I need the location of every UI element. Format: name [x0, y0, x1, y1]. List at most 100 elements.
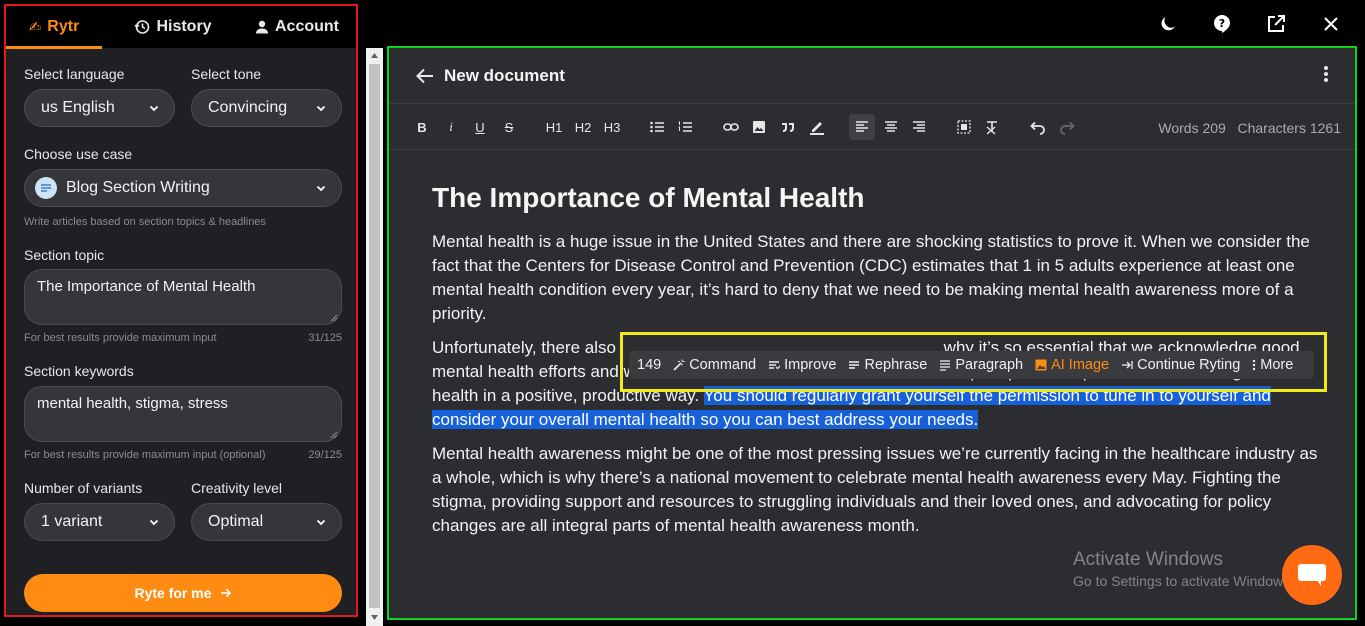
creativity-label: Creativity level: [191, 480, 283, 496]
svg-text:?: ?: [1219, 17, 1225, 30]
rephrase-button[interactable]: Rephrase: [848, 357, 927, 373]
scroll-thumb[interactable]: [369, 64, 380, 608]
help-icon[interactable]: ?: [1210, 12, 1234, 36]
tab-rytr[interactable]: ✍ Rytr: [6, 6, 102, 48]
language-label: Select language: [24, 66, 125, 82]
heading2-button[interactable]: H2: [572, 117, 594, 137]
scroll-up-icon[interactable]: [366, 48, 383, 62]
improve-icon: [769, 361, 781, 370]
keywords-textarea[interactable]: mental health, stigma, stress: [24, 386, 342, 442]
keywords-counter: 29/125: [308, 449, 342, 461]
topic-label: Section topic: [24, 247, 105, 263]
ai-image-button[interactable]: AI Image: [1035, 357, 1109, 373]
dark-mode-icon[interactable]: [1156, 12, 1180, 36]
quote-icon[interactable]: [780, 117, 796, 137]
italic-button[interactable]: i: [444, 117, 458, 137]
underline-button[interactable]: U: [473, 117, 487, 137]
variants-select[interactable]: 1 variant: [24, 503, 175, 541]
usecase-hint: Write articles based on section topics &…: [24, 216, 266, 228]
heading1-button[interactable]: H1: [543, 117, 565, 137]
selection-char-count: 149: [637, 357, 662, 373]
arrow-right-icon: [220, 588, 231, 598]
tone-select[interactable]: Convincing: [191, 89, 342, 127]
bold-button[interactable]: B: [415, 117, 429, 137]
bullet-list-icon[interactable]: [649, 117, 665, 137]
variants-label: Number of variants: [24, 480, 143, 496]
select-all-icon[interactable]: [956, 117, 972, 137]
ryte-for-me-button[interactable]: Ryte for me: [24, 574, 342, 612]
paragraph[interactable]: Mental health awareness might be one of …: [432, 442, 1322, 538]
usecase-label: Choose use case: [24, 146, 133, 162]
continue-arrow-icon: [1122, 361, 1133, 369]
paragraph[interactable]: Mental health is a huge issue in the Uni…: [432, 230, 1322, 326]
heading3-button[interactable]: H3: [601, 117, 623, 137]
paragraph-icon: [940, 360, 951, 371]
image-icon: [1035, 359, 1047, 371]
more-vertical-icon: [1253, 359, 1256, 371]
activate-windows-title: Activate Windows: [1073, 549, 1223, 570]
continue-ryting-button[interactable]: Continue Ryting: [1121, 357, 1240, 373]
tone-value: Convincing: [208, 99, 288, 116]
settings-panel: ✍ Rytr History Account Select language S…: [4, 4, 358, 617]
open-external-icon[interactable]: [1264, 12, 1288, 36]
numbered-list-icon[interactable]: [677, 117, 693, 137]
strikethrough-button[interactable]: S: [502, 117, 516, 137]
document-icon: [35, 177, 57, 199]
close-icon[interactable]: [1319, 12, 1343, 36]
scroll-down-icon[interactable]: [366, 610, 383, 624]
user-icon: [256, 20, 268, 34]
command-button[interactable]: Command: [673, 357, 756, 373]
paragraph-button[interactable]: Paragraph: [939, 357, 1023, 373]
chevron-down-icon: [149, 519, 159, 526]
more-button[interactable]: More: [1252, 357, 1293, 373]
variants-value: 1 variant: [41, 513, 103, 530]
resize-grip-icon[interactable]: [330, 431, 338, 439]
language-value: us English: [41, 99, 115, 116]
rephrase-icon: [849, 361, 860, 369]
link-icon[interactable]: [723, 117, 739, 137]
image-icon[interactable]: [751, 117, 767, 137]
paragraph-text: Unfortunately, there also: [432, 338, 616, 357]
tab-account[interactable]: Account: [242, 6, 352, 48]
magic-wand-icon: [673, 359, 685, 371]
ai-action-toolbar: 149 Command Improve Rephrase Paragraph A…: [620, 332, 1327, 392]
align-center-icon[interactable]: [883, 117, 899, 137]
highlight-pen-icon[interactable]: [809, 117, 825, 137]
tone-label: Select tone: [191, 66, 262, 82]
document-title[interactable]: New document: [444, 66, 565, 86]
improve-button[interactable]: Improve: [768, 357, 836, 373]
chevron-down-icon: [316, 519, 326, 526]
resize-grip-icon[interactable]: [330, 314, 338, 322]
redo-icon[interactable]: [1059, 117, 1075, 137]
document-heading[interactable]: The Importance of Mental Health: [432, 182, 1322, 214]
activate-windows-subtitle: Go to Settings to activate Windows.: [1073, 573, 1294, 589]
back-arrow-icon[interactable]: [415, 66, 435, 86]
language-select[interactable]: us English: [24, 89, 175, 127]
topic-value: The Importance of Mental Health: [37, 278, 256, 295]
topic-counter: 31/125: [308, 332, 342, 344]
formatting-toolbar: B i U S H1 H2 H3 Words 209 Characters 12…: [389, 104, 1355, 150]
editor-header: New document: [389, 48, 1355, 104]
clear-format-icon[interactable]: [984, 117, 1000, 137]
undo-icon[interactable]: [1030, 117, 1046, 137]
keywords-hint: For best results provide maximum input (…: [24, 449, 266, 461]
usecase-select[interactable]: Blog Section Writing: [24, 169, 342, 207]
topic-hint: For best results provide maximum input: [24, 332, 217, 344]
keywords-label: Section keywords: [24, 363, 134, 379]
active-tab-indicator: [6, 46, 102, 49]
topic-textarea[interactable]: The Importance of Mental Health: [24, 269, 342, 325]
ai-action-bar: 149 Command Improve Rephrase Paragraph A…: [629, 351, 1314, 379]
chevron-down-icon: [316, 185, 326, 192]
chevron-down-icon: [149, 105, 159, 112]
panel-scrollbar[interactable]: [366, 48, 383, 626]
chat-icon: [1298, 564, 1326, 586]
chat-support-button[interactable]: [1282, 545, 1342, 605]
word-character-count: Words 209 Characters 1261: [1158, 120, 1341, 136]
tab-history[interactable]: History: [118, 6, 228, 48]
more-options-icon[interactable]: [1317, 64, 1335, 84]
align-left-icon[interactable]: [849, 114, 875, 140]
creativity-select[interactable]: Optimal: [191, 503, 342, 541]
align-right-icon[interactable]: [911, 117, 927, 137]
creativity-value: Optimal: [208, 513, 264, 530]
cta-label: Ryte for me: [134, 585, 212, 601]
